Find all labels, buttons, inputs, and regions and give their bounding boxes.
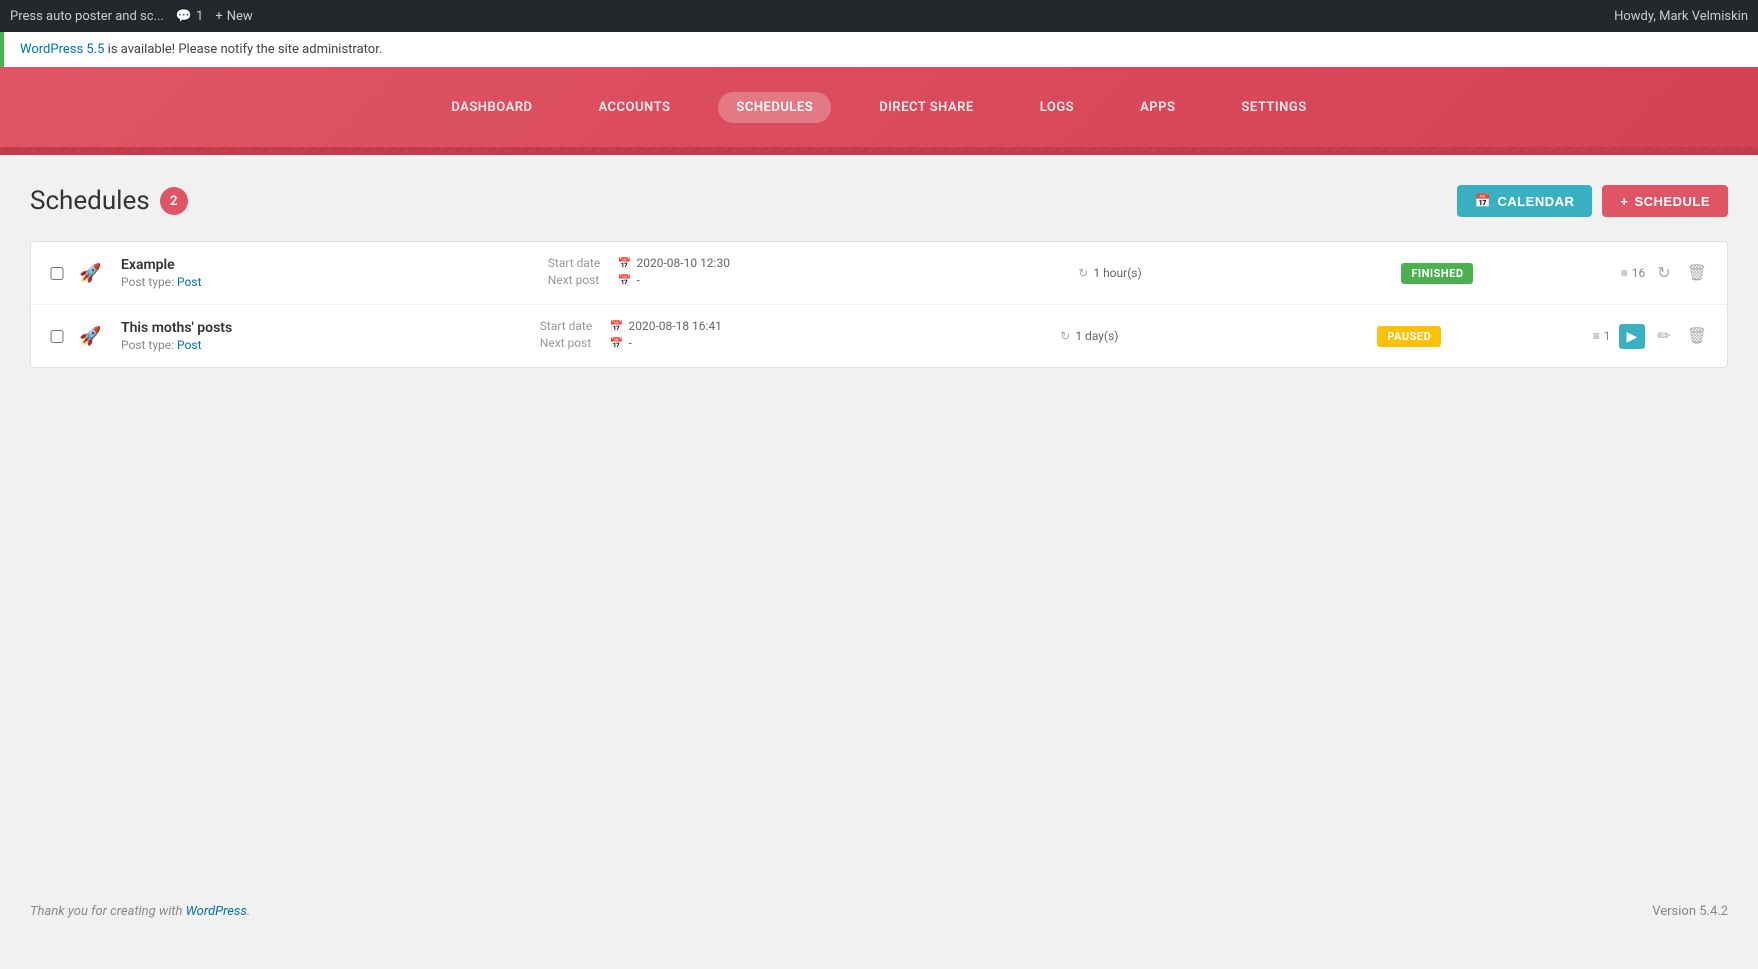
- schedule-1-interval: ↻ 1 hour(s): [1078, 266, 1389, 280]
- nav-accounts[interactable]: ACCOUNTS: [580, 92, 688, 123]
- page-header: Schedules 2 📅 CALENDAR + SCHEDULE: [30, 185, 1728, 217]
- rocket-icon: 🚀: [79, 263, 101, 284]
- schedule-2-actions: ≡ 1 ▶ ✏ 🗑: [1593, 324, 1711, 349]
- refresh-icon-btn: ↻: [1657, 263, 1670, 283]
- schedule-1-status: FINISHED: [1401, 263, 1608, 284]
- schedule-2-delete-button[interactable]: 🗑: [1683, 324, 1711, 348]
- main-content: Schedules 2 📅 CALENDAR + SCHEDULE 🚀 Exam…: [0, 155, 1758, 890]
- refresh-icon-2: ↻: [1060, 329, 1070, 343]
- trash-icon: 🗑: [1687, 263, 1707, 283]
- schedules-count-badge: 2: [160, 187, 188, 215]
- schedule-2-interval: ↻ 1 day(s): [1060, 329, 1365, 343]
- footer-inner: Thank you for creating with WordPress. V…: [30, 904, 1728, 919]
- calendar-small-icon-4: 📅: [610, 337, 624, 350]
- schedule-1-title: Example: [121, 257, 536, 273]
- calendar-small-icon: 📅: [618, 257, 632, 270]
- schedule-2-count: ≡ 1: [1593, 329, 1611, 343]
- schedule-2-next-post-line: Next post 📅 -: [540, 336, 1048, 350]
- nav-direct-share[interactable]: DIRECT SHARE: [861, 92, 992, 123]
- schedule-1-delete-button[interactable]: 🗑: [1683, 261, 1711, 285]
- schedules-table: 🚀 Example Post type: Post Start date 📅 2…: [30, 241, 1728, 368]
- schedule-1-refresh-button[interactable]: ↻: [1653, 261, 1674, 285]
- list-icon: ≡: [1621, 266, 1628, 280]
- plus-icon: +: [215, 9, 222, 24]
- schedule-2-dates: Start date 📅 2020-08-18 16:41 Next post …: [540, 319, 1048, 353]
- schedule-1-post-type-link[interactable]: Post: [177, 275, 201, 289]
- update-notice: WordPress 5.5 is available! Please notif…: [0, 32, 1758, 67]
- schedule-1-next-post: -: [637, 273, 640, 287]
- nav-items: DASHBOARD ACCOUNTS SCHEDULES DIRECT SHAR…: [433, 92, 1324, 123]
- nav-apps[interactable]: APPS: [1122, 92, 1193, 123]
- calendar-small-icon-2: 📅: [618, 274, 632, 287]
- table-row: 🚀 This moths' posts Post type: Post Star…: [31, 305, 1727, 367]
- schedule-1-count: ≡ 16: [1621, 266, 1646, 280]
- comments-link[interactable]: 💬 1: [176, 9, 204, 24]
- schedule-2-post-type-link[interactable]: Post: [177, 338, 201, 352]
- schedule-1-icon: 🚀: [79, 263, 109, 284]
- schedule-1-dates: Start date 📅 2020-08-10 12:30 Next post …: [548, 256, 1066, 290]
- calendar-button[interactable]: 📅 CALENDAR: [1457, 185, 1593, 217]
- add-schedule-button[interactable]: + SCHEDULE: [1602, 185, 1728, 217]
- schedule-2-status: PAUSED: [1377, 326, 1580, 347]
- calendar-small-icon-3: 📅: [610, 320, 624, 333]
- schedule-2-start-date-line: Start date 📅 2020-08-18 16:41: [540, 319, 1048, 333]
- page-title: Schedules: [30, 186, 150, 216]
- status-badge: FINISHED: [1401, 263, 1473, 284]
- row-checkbox-2[interactable]: [47, 330, 67, 343]
- nav-schedules[interactable]: SCHEDULES: [718, 92, 831, 123]
- edit-icon: ✏: [1657, 326, 1670, 346]
- schedule-2-post-type: Post type: Post: [121, 338, 528, 352]
- admin-bar: Press auto poster and sc... 💬 1 + New Ho…: [0, 0, 1758, 32]
- list-icon: ≡: [1593, 329, 1600, 343]
- schedule-2-name-area: This moths' posts Post type: Post: [121, 320, 528, 352]
- nav-logs[interactable]: LOGS: [1022, 92, 1092, 123]
- table-row: 🚀 Example Post type: Post Start date 📅 2…: [31, 242, 1727, 305]
- header-actions: 📅 CALENDAR + SCHEDULE: [1457, 185, 1728, 217]
- rocket-icon: 🚀: [79, 326, 101, 347]
- wp-footer-link[interactable]: WordPress: [186, 904, 247, 919]
- schedule-1-post-type: Post type: Post: [121, 275, 536, 289]
- new-link[interactable]: + New: [215, 9, 252, 24]
- page-title-area: Schedules 2: [30, 186, 188, 216]
- plugin-nav: DASHBOARD ACCOUNTS SCHEDULES DIRECT SHAR…: [0, 67, 1758, 147]
- schedule-2-edit-button[interactable]: ✏: [1653, 324, 1674, 348]
- schedule-1-name-area: Example Post type: Post: [121, 257, 536, 289]
- schedule-2-icon: 🚀: [79, 326, 109, 347]
- schedule-2-next-post: -: [628, 336, 631, 350]
- nav-pattern: [0, 147, 1758, 155]
- row-checkbox-1[interactable]: [47, 267, 67, 280]
- site-title: Press auto poster and sc...: [10, 9, 164, 24]
- admin-bar-left: Press auto poster and sc... 💬 1 + New: [10, 9, 253, 24]
- trash-icon: 🗑: [1687, 326, 1707, 346]
- schedule-1-actions: ≡ 16 ↻ 🗑: [1621, 261, 1711, 285]
- status-badge: PAUSED: [1377, 326, 1441, 347]
- notice-message: is available! Please notify the site adm…: [104, 42, 382, 57]
- nav-settings[interactable]: SETTINGS: [1223, 92, 1324, 123]
- footer-credit: Thank you for creating with WordPress.: [30, 904, 250, 919]
- play-icon: ▶: [1627, 328, 1638, 345]
- user-greeting: Howdy, Mark Velmiskin: [1614, 9, 1748, 24]
- plus-icon: +: [1620, 194, 1628, 209]
- nav-dashboard[interactable]: DASHBOARD: [433, 92, 550, 123]
- schedule-1-start-date: 2020-08-10 12:30: [637, 256, 730, 270]
- schedule-1-start-date-line: Start date 📅 2020-08-10 12:30: [548, 256, 1066, 270]
- bubble-icon: 💬: [176, 9, 192, 24]
- wp-version-link[interactable]: WordPress 5.5: [20, 42, 104, 57]
- refresh-icon: ↻: [1078, 266, 1088, 280]
- schedule-1-next-post-line: Next post 📅 -: [548, 273, 1066, 287]
- footer-version: Version 5.4.2: [1652, 904, 1728, 919]
- schedule-2-title: This moths' posts: [121, 320, 528, 336]
- schedule-2-play-button[interactable]: ▶: [1619, 324, 1646, 349]
- footer: Thank you for creating with WordPress. V…: [0, 890, 1758, 933]
- schedule-2-start-date: 2020-08-18 16:41: [628, 319, 721, 333]
- calendar-icon: 📅: [1475, 193, 1492, 209]
